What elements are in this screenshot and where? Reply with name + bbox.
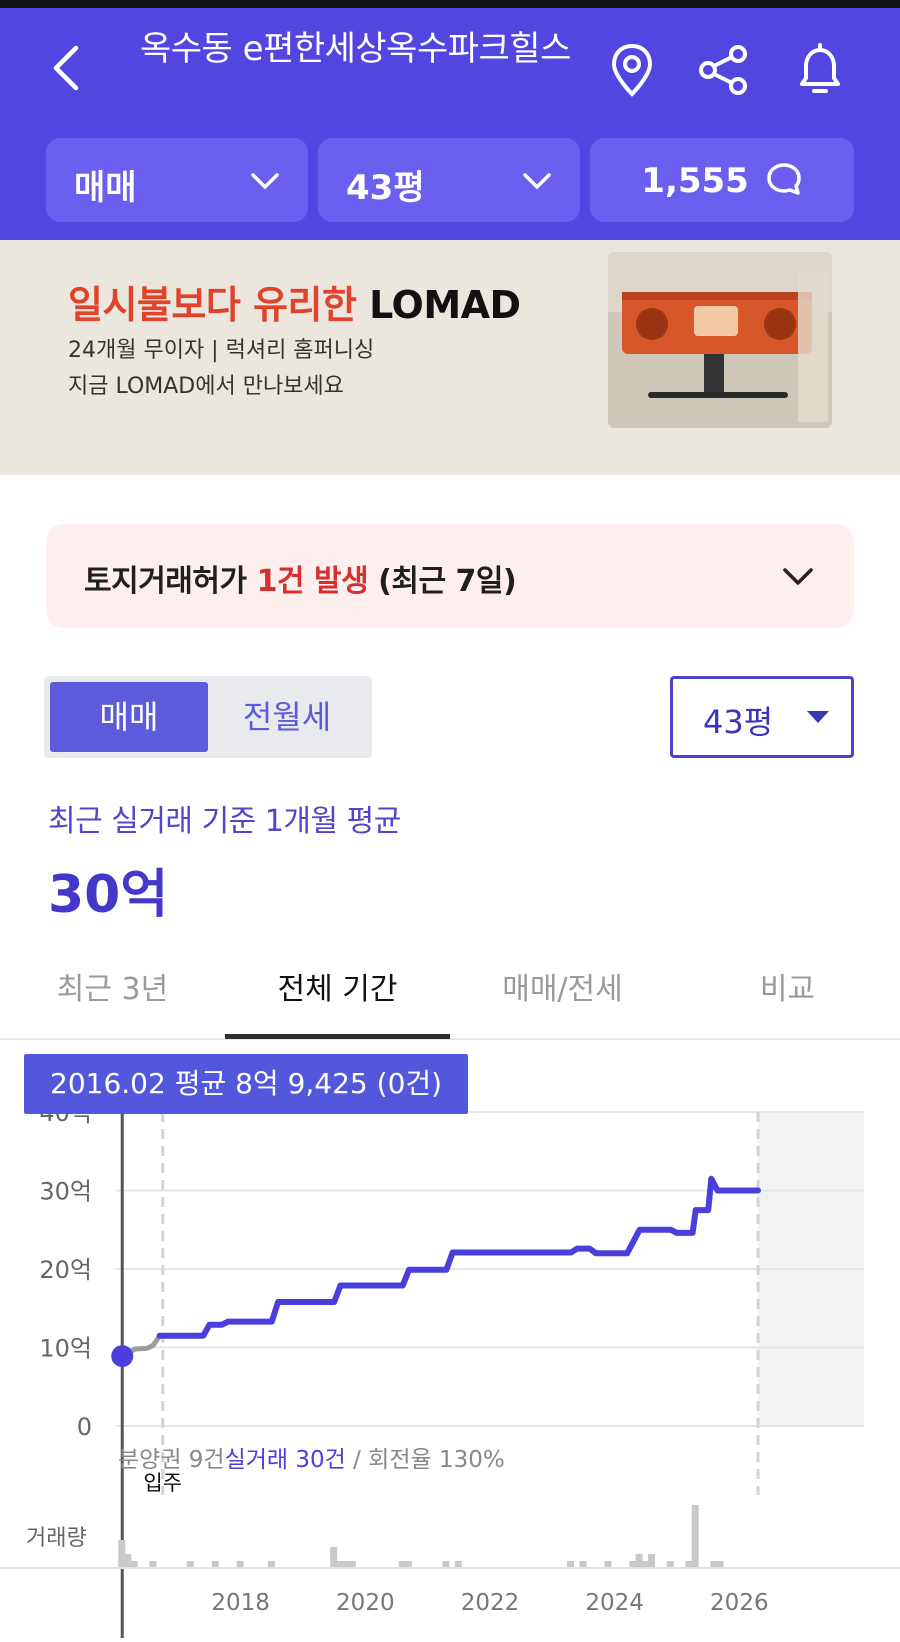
volume-bar — [404, 1561, 412, 1568]
y-tick-label: 30억 — [39, 1178, 92, 1206]
bell-icon[interactable] — [790, 40, 850, 100]
volume-bar — [710, 1561, 718, 1568]
chevron-down-icon — [523, 173, 551, 189]
status-bar — [0, 0, 900, 8]
volume-bar — [454, 1561, 462, 1568]
ad-banner[interactable]: 일시불보다 유리한 LOMAD 24개월 무이자 | 럭셔리 홈퍼니싱 지금 L… — [0, 240, 900, 475]
size-dropdown[interactable]: 43평 — [318, 138, 580, 222]
comments-button[interactable]: 1,555 — [590, 138, 854, 222]
banner-product-image — [608, 252, 832, 428]
volume-bar — [398, 1561, 406, 1568]
notice-text: 토지거래허가 1건 발생 (최근 7일) — [84, 556, 517, 600]
share-icon[interactable] — [694, 40, 754, 100]
price-chart[interactable]: 40억30억20억10억0분양권 9건실거래 30건 / 회전율 130%입주거… — [0, 1040, 900, 1638]
back-icon[interactable] — [38, 38, 98, 98]
volume-bar — [211, 1561, 219, 1568]
y-tick-label: 10억 — [39, 1335, 92, 1363]
deal-type-toggle: 매매 전월세 — [44, 676, 372, 758]
notice-prefix: 토지거래허가 — [84, 564, 247, 599]
banner-line-2: 지금 LOMAD에서 만나보세요 — [68, 374, 344, 399]
volume-bar — [635, 1554, 643, 1568]
volume-bar — [604, 1561, 612, 1568]
app-header: 옥수동 e편한세상옥수파크힐스 매매 43평 1,555 — [0, 8, 900, 240]
period-tabs: 최근 3년 전체 기간 매매/전세 비교 — [0, 950, 900, 1040]
volume-bar — [267, 1561, 275, 1568]
volume-bar — [236, 1561, 244, 1568]
deal-type-label: 매매 — [74, 168, 137, 208]
chart-tooltip: 2016.02 평균 8억 9,425 (0건) — [24, 1054, 469, 1114]
volume-bar — [648, 1554, 656, 1568]
banner-line-1: 24개월 무이자 | 럭셔리 홈퍼니싱 — [68, 338, 375, 363]
banner-headline-brand: LOMAD — [369, 283, 521, 327]
tab-sale-vs-jeonse[interactable]: 매매/전세 — [450, 964, 675, 1008]
volume-bar — [149, 1561, 157, 1568]
volume-bar — [685, 1561, 693, 1568]
tab-all-period[interactable]: 전체 기간 — [225, 964, 450, 1008]
x-tick-label: 2022 — [461, 1590, 520, 1616]
x-tick-label: 2026 — [710, 1590, 769, 1616]
toggle-rent[interactable]: 전월세 — [208, 682, 366, 752]
y-tick-label: 0 — [77, 1413, 92, 1441]
y-tick-label: 20억 — [39, 1256, 92, 1284]
tab-compare[interactable]: 비교 — [675, 964, 900, 1008]
volume-bar — [567, 1561, 575, 1568]
notice-highlight: 1건 발생 — [256, 564, 369, 599]
series-line-trades — [156, 1175, 761, 1339]
move-in-label: 입주 — [143, 1471, 182, 1495]
volume-bar — [348, 1561, 356, 1568]
volume-bar — [579, 1561, 587, 1568]
volume-bar — [629, 1561, 637, 1568]
active-tab-indicator — [225, 1034, 450, 1039]
volume-bar — [716, 1561, 724, 1568]
volume-bar — [118, 1540, 126, 1568]
x-tick-label: 2020 — [336, 1590, 395, 1616]
page-title: 옥수동 e편한세상옥수파크힐스 — [140, 29, 571, 69]
chevron-down-icon — [783, 568, 813, 585]
volume-bar — [442, 1561, 450, 1568]
volume-bar — [186, 1561, 194, 1568]
volume-bar — [330, 1547, 338, 1568]
banner-headline: 일시불보다 유리한 LOMAD — [68, 274, 521, 329]
average-label: 최근 실거래 기준 1개월 평균 — [48, 804, 401, 839]
volume-bar — [691, 1505, 699, 1568]
tab-recent-3y[interactable]: 최근 3년 — [0, 964, 225, 1008]
x-tick-label: 2024 — [585, 1590, 644, 1616]
banner-headline-accent: 일시불보다 유리한 — [68, 283, 357, 327]
comment-count: 1,555 — [641, 161, 749, 201]
chevron-down-icon — [251, 173, 279, 189]
location-pin-icon[interactable] — [602, 40, 662, 100]
volume-bar — [641, 1561, 649, 1568]
area-size-select[interactable]: 43평 — [670, 676, 854, 758]
volume-bar — [342, 1561, 350, 1568]
volume-label: 거래량 — [26, 1526, 87, 1551]
average-value: 30억 — [48, 865, 169, 925]
land-permit-notice[interactable]: 토지거래허가 1건 발생 (최근 7일) — [46, 524, 854, 628]
toggle-sale[interactable]: 매매 — [50, 682, 208, 752]
volume-bar — [336, 1561, 344, 1568]
area-size-label: 43평 — [703, 703, 774, 741]
x-tick-label: 2018 — [211, 1590, 270, 1616]
deal-type-dropdown[interactable]: 매매 — [46, 138, 308, 222]
volume-bar — [130, 1561, 138, 1568]
price-chart-svg: 40억30억20억10억0분양권 9건실거래 30건 / 회전율 130%입주거… — [0, 1074, 900, 1638]
comment-bubble-icon — [766, 163, 801, 195]
caret-down-icon — [807, 711, 829, 723]
volume-bar — [666, 1561, 674, 1568]
trade-stats: 분양권 9건실거래 30건 / 회전율 130% — [118, 1447, 505, 1473]
volume-bar — [124, 1554, 132, 1568]
highlight-point — [111, 1345, 134, 1368]
notice-suffix: (최근 7일) — [378, 564, 517, 599]
size-label: 43평 — [346, 168, 425, 208]
